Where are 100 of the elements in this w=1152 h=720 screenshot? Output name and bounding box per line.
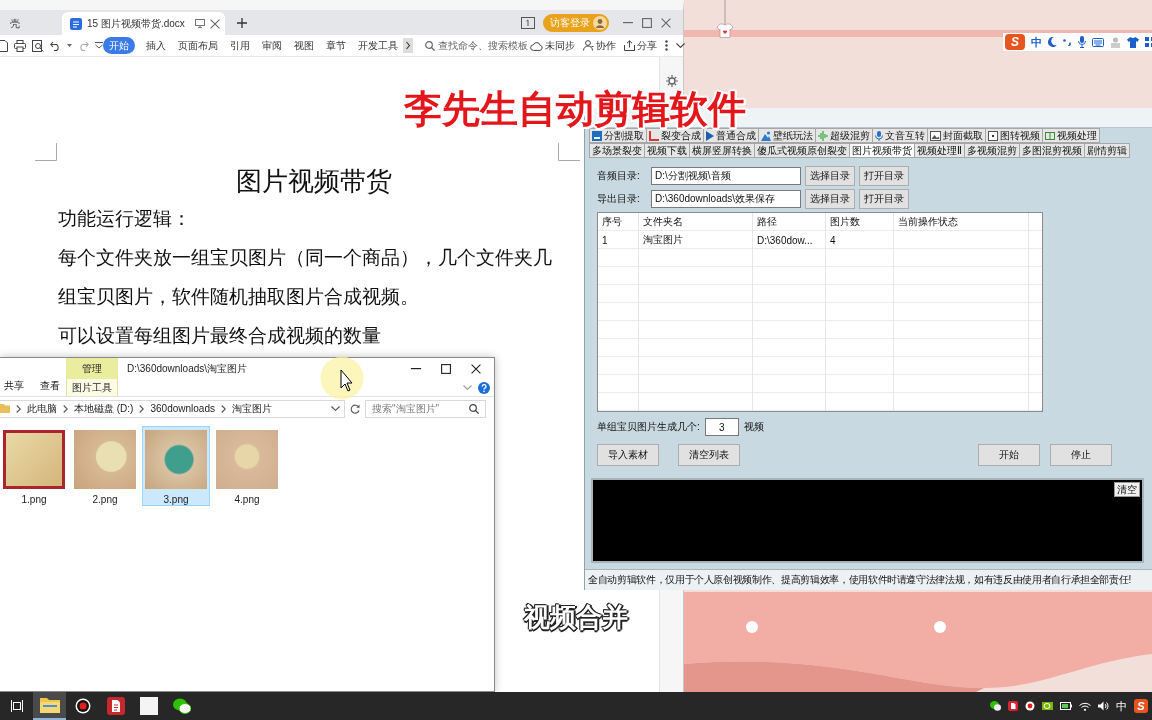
home-tab[interactable]: 壳 bbox=[0, 12, 62, 35]
tab[interactable]: 多图混剪视频 bbox=[1019, 143, 1085, 158]
t-shirt-icon[interactable] bbox=[1127, 36, 1139, 48]
sync-button[interactable]: 未同步 bbox=[530, 38, 575, 53]
document-tab[interactable]: 15 图片视频带货.docx bbox=[62, 12, 225, 35]
taskbar-button[interactable] bbox=[33, 692, 66, 720]
ribbon-tab[interactable]: 章节 bbox=[325, 37, 347, 54]
chevron-right-icon[interactable] bbox=[220, 404, 226, 413]
column-header[interactable]: 序号 bbox=[598, 213, 639, 231]
chevron-right-icon[interactable] bbox=[63, 404, 68, 413]
chevron-right-icon[interactable] bbox=[139, 404, 145, 413]
share-button[interactable]: 分享 bbox=[624, 38, 657, 53]
grid-icon[interactable] bbox=[1145, 37, 1152, 47]
action-button[interactable]: 清空列表 bbox=[678, 444, 740, 466]
tab[interactable]: 壁纸玩法 bbox=[759, 128, 816, 143]
wifi-icon[interactable] bbox=[1079, 701, 1091, 711]
plus-icon[interactable] bbox=[237, 17, 247, 28]
column-header[interactable]: 当前操作状态 bbox=[894, 213, 1042, 231]
tab[interactable]: 封面截取 bbox=[928, 128, 986, 143]
address-bar[interactable]: 此电脑 本地磁盘 (D:) 360downloads 淘宝图片 bbox=[0, 399, 345, 418]
ribbon-tab[interactable]: 审阅 bbox=[261, 37, 283, 54]
customize-icon[interactable] bbox=[95, 42, 103, 49]
tab[interactable]: 文音互转 bbox=[873, 128, 928, 143]
chevron-down-icon[interactable] bbox=[331, 406, 340, 411]
tab[interactable]: 视频处理Ⅱ bbox=[915, 143, 965, 158]
tab[interactable]: 剧情剪辑 bbox=[1084, 143, 1130, 158]
document-app-icon[interactable] bbox=[1008, 701, 1018, 711]
window-icon[interactable] bbox=[521, 16, 535, 29]
chat-icon[interactable] bbox=[990, 701, 1001, 711]
tab[interactable]: 多视频混剪 bbox=[964, 143, 1020, 158]
maximize-icon[interactable] bbox=[441, 363, 451, 374]
breadcrumb-item[interactable]: 360downloads bbox=[150, 403, 215, 414]
more-icon[interactable] bbox=[665, 40, 668, 51]
tab[interactable]: 图片视频带货 bbox=[850, 143, 915, 158]
path-field[interactable]: D:\分割视频\音频 bbox=[651, 167, 801, 185]
clear-button[interactable]: 清空 bbox=[1114, 482, 1140, 497]
print-preview-icon[interactable] bbox=[32, 39, 44, 52]
input-mode-toggle[interactable]: 中 bbox=[1031, 34, 1042, 50]
file-item[interactable]: 2.png bbox=[71, 426, 139, 506]
print-icon[interactable] bbox=[14, 39, 26, 52]
ribbon-tab[interactable]: 页面布局 bbox=[177, 37, 219, 54]
breadcrumb-item[interactable]: 此电脑 bbox=[27, 401, 57, 416]
punctuation-icon[interactable] bbox=[1063, 38, 1072, 46]
file-item[interactable]: 4.png bbox=[213, 426, 281, 506]
volume-icon[interactable] bbox=[1098, 701, 1109, 711]
moon-icon[interactable] bbox=[1048, 37, 1057, 47]
search-field[interactable]: 查找命令、搜索模板 bbox=[423, 36, 530, 55]
file-item[interactable]: 1.png bbox=[0, 426, 68, 506]
chevron-down-icon[interactable] bbox=[676, 43, 685, 48]
ribbon-tab[interactable]: 开始 bbox=[103, 37, 135, 54]
minimize-icon[interactable] bbox=[411, 367, 421, 370]
file-item[interactable]: 3.png bbox=[142, 426, 210, 506]
refresh-icon[interactable] bbox=[350, 403, 360, 414]
path-field[interactable]: D:\360downloads\效果保存 bbox=[651, 190, 801, 208]
undo-icon[interactable] bbox=[50, 40, 61, 51]
ime-logo[interactable]: S bbox=[1005, 34, 1025, 50]
tab[interactable]: 超级混剪 bbox=[816, 128, 873, 143]
ribbon-tab[interactable]: 共享 bbox=[4, 379, 24, 393]
open-folder-button[interactable]: 打开目录 bbox=[859, 166, 909, 186]
column-header[interactable]: 文件夹名 bbox=[639, 213, 753, 231]
ime-logo[interactable]: S bbox=[1134, 699, 1148, 713]
start-button[interactable]: 开始 bbox=[978, 444, 1040, 466]
ribbon-tab[interactable]: 视图 bbox=[293, 37, 315, 54]
tab[interactable]: 普通合成 bbox=[704, 128, 759, 143]
breadcrumb-item[interactable]: 本地磁盘 (D:) bbox=[74, 401, 134, 416]
tab[interactable]: 视频处理 bbox=[1043, 128, 1100, 143]
action-button[interactable]: 导入素材 bbox=[597, 444, 659, 466]
ribbon-tab[interactable]: 开发工具 bbox=[357, 37, 399, 54]
tab[interactable]: 多场景裂变 bbox=[589, 143, 645, 158]
tab[interactable]: 分割提取 bbox=[589, 128, 647, 143]
column-header[interactable]: 路径 bbox=[753, 213, 826, 231]
collaborate-button[interactable]: 协作 bbox=[583, 38, 616, 53]
stop-button[interactable]: 停止 bbox=[1050, 444, 1112, 466]
select-folder-button[interactable]: 选择目录 bbox=[805, 189, 855, 209]
chevron-right-icon[interactable] bbox=[16, 404, 21, 413]
ribbon-tab[interactable]: 引用 bbox=[229, 37, 251, 54]
microphone-icon[interactable] bbox=[1078, 36, 1086, 48]
open-folder-button[interactable]: 打开目录 bbox=[859, 189, 909, 209]
ribbon-tab[interactable]: 查看 bbox=[40, 379, 60, 393]
tab[interactable]: 图转视频 bbox=[986, 128, 1043, 143]
file-icon[interactable] bbox=[0, 39, 8, 52]
caret-icon[interactable] bbox=[67, 44, 72, 47]
gear-icon[interactable] bbox=[665, 75, 678, 87]
ribbon-tab[interactable]: 插入 bbox=[145, 37, 167, 54]
select-folder-button[interactable]: 选择目录 bbox=[805, 166, 855, 186]
column-header[interactable]: 图片数 bbox=[826, 213, 894, 231]
chevron-right-icon[interactable] bbox=[403, 38, 413, 53]
record-icon[interactable] bbox=[1025, 701, 1035, 711]
tab[interactable]: 视频下载 bbox=[645, 143, 690, 158]
monitor-icon[interactable] bbox=[194, 19, 205, 28]
battery-icon[interactable] bbox=[1060, 702, 1072, 710]
tab[interactable]: 横屏竖屏转换 bbox=[690, 143, 755, 158]
context-tab-header[interactable]: 管理 bbox=[66, 358, 118, 379]
tab[interactable]: 傻瓜式视频原创裂变 bbox=[755, 143, 850, 158]
input-mode-indicator[interactable]: 中 bbox=[1116, 698, 1127, 714]
count-field[interactable]: 3 bbox=[704, 418, 739, 436]
breadcrumb-item[interactable]: 淘宝图片 bbox=[231, 401, 272, 416]
help-icon[interactable] bbox=[478, 381, 490, 394]
close-icon[interactable] bbox=[471, 363, 481, 374]
context-tab[interactable]: 图片工具 bbox=[66, 379, 118, 396]
